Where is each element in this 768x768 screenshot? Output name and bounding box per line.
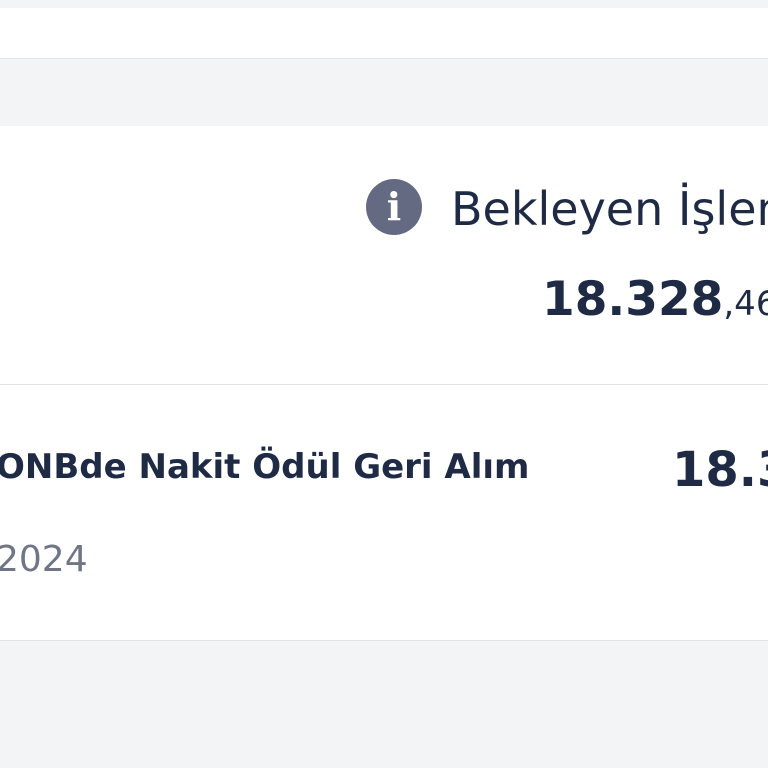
top-card <box>0 8 768 59</box>
screen: i Bekleyen İşlem 18.328,46 ONBde Nakit Ö… <box>0 0 768 768</box>
transaction-amount: 18.3 <box>672 442 768 498</box>
info-icon[interactable]: i <box>366 179 422 235</box>
transaction-title: ONBde Nakit Ödül Geri Alım <box>0 447 530 487</box>
pending-amount-decimal: ,46 <box>723 284 768 324</box>
bottom-background <box>0 641 768 768</box>
pending-amount: 18.328,46 <box>542 272 768 338</box>
section-gap <box>0 59 768 125</box>
pending-summary-card: i Bekleyen İşlem 18.328,46 <box>0 126 768 385</box>
pending-amount-integer: 18.328 <box>542 272 724 327</box>
transaction-date: 2024 <box>0 539 88 580</box>
top-strip <box>0 0 768 8</box>
transaction-row[interactable]: ONBde Nakit Ödül Geri Alım 2024 18.3 <box>0 385 768 641</box>
pending-transactions-label: Bekleyen İşlem <box>451 182 768 236</box>
